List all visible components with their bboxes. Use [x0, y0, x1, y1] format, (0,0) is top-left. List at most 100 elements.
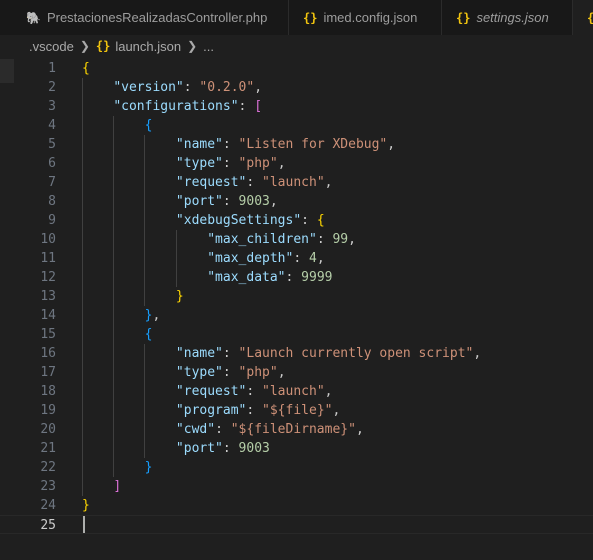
code-text: "request": "launch",: [82, 382, 333, 401]
code-line[interactable]: 21 "port": 9003: [0, 439, 593, 458]
code-text: "xdebugSettings": {: [82, 211, 325, 230]
code-token: "php": [238, 365, 278, 380]
code-token: :: [183, 80, 200, 95]
code-text: "max_children": 99,: [82, 230, 356, 249]
json-file-icon: {: [587, 11, 593, 25]
tab-active-launch-json[interactable]: {: [573, 0, 593, 35]
code-line[interactable]: 6 "type": "php",: [0, 154, 593, 173]
code-token: {: [144, 327, 153, 342]
code-token: :: [246, 175, 263, 190]
code-line[interactable]: 15 {: [0, 325, 593, 344]
breadcrumb-folder[interactable]: .vscode: [29, 39, 74, 54]
code-token: "${file}": [262, 403, 333, 418]
tab-imed-config[interactable]: {} imed.config.json: [289, 0, 442, 35]
code-line[interactable]: 4 {: [0, 116, 593, 135]
line-number: 15: [40, 327, 56, 342]
code-token: ]: [113, 479, 122, 494]
line-number: 7: [48, 175, 56, 190]
breadcrumb-more[interactable]: ...: [203, 39, 214, 54]
code-token: "Listen for XDebug": [238, 137, 388, 152]
code-line[interactable]: 17 "type": "php",: [0, 363, 593, 382]
breadcrumb-file[interactable]: launch.json: [115, 39, 181, 54]
code-line[interactable]: 13 }: [0, 287, 593, 306]
code-text: {: [82, 116, 153, 135]
code-line[interactable]: 2 "version": "0.2.0",: [0, 78, 593, 97]
json-file-icon: {}: [95, 39, 111, 53]
code-token: ,: [332, 403, 341, 418]
line-number: 5: [48, 137, 56, 152]
code-token: 9003: [238, 441, 270, 456]
code-line[interactable]: 25: [0, 515, 593, 534]
code-token: ,: [324, 384, 333, 399]
code-token: "version": [113, 80, 184, 95]
tab-settings-json[interactable]: {} settings.json: [442, 0, 573, 35]
code-token: "${fileDirname}": [230, 422, 356, 437]
code-line[interactable]: 16 "name": "Launch currently open script…: [0, 344, 593, 363]
code-line[interactable]: 14 },: [0, 306, 593, 325]
code-token: "type": [175, 365, 223, 380]
code-text: "max_data": 9999: [82, 268, 332, 287]
code-text: "name": "Listen for XDebug",: [82, 135, 395, 154]
line-number: 11: [40, 251, 56, 266]
code-token: "launch": [262, 384, 325, 399]
code-line[interactable]: 22 }: [0, 458, 593, 477]
line-number: 17: [40, 365, 56, 380]
code-token: "0.2.0": [199, 80, 255, 95]
code-text: "name": "Launch currently open script",: [82, 344, 481, 363]
code-token: "request": [175, 384, 247, 399]
code-line[interactable]: 24}: [0, 496, 593, 515]
code-token: }: [144, 460, 153, 475]
code-token: "name": [175, 137, 223, 152]
code-token: "port": [175, 194, 223, 209]
code-token: :: [238, 99, 255, 114]
code-line[interactable]: 3 "configurations": [: [0, 97, 593, 116]
code-line[interactable]: 11 "max_depth": 4,: [0, 249, 593, 268]
code-token: "port": [175, 441, 223, 456]
code-token: ,: [277, 156, 286, 171]
code-line[interactable]: 23 ]: [0, 477, 593, 496]
code-line[interactable]: 8 "port": 9003,: [0, 192, 593, 211]
code-line[interactable]: 19 "program": "${file}",: [0, 401, 593, 420]
code-token: {: [316, 213, 325, 228]
code-text: "port": 9003,: [82, 192, 278, 211]
code-token: ,: [269, 194, 278, 209]
code-line[interactable]: 7 "request": "launch",: [0, 173, 593, 192]
code-token: :: [222, 365, 239, 380]
code-token: :: [246, 403, 263, 418]
code-text: "cwd": "${fileDirname}",: [82, 420, 364, 439]
tab-label: imed.config.json: [323, 10, 418, 25]
code-line[interactable]: 18 "request": "launch",: [0, 382, 593, 401]
code-line[interactable]: 20 "cwd": "${fileDirname}",: [0, 420, 593, 439]
line-number: 22: [40, 460, 56, 475]
code-line[interactable]: 1{: [0, 59, 593, 78]
line-number: 8: [48, 194, 56, 209]
code-text: "configurations": [: [82, 97, 262, 116]
code-line[interactable]: 9 "xdebugSettings": {: [0, 211, 593, 230]
editor-tab-bar: 🐘 PrestacionesRealizadasController.php {…: [0, 0, 593, 35]
line-number: 16: [40, 346, 56, 361]
code-token: {: [144, 118, 153, 133]
code-token: "max_depth": [207, 251, 294, 266]
tab-label: PrestacionesRealizadasController.php: [46, 10, 268, 25]
code-line[interactable]: 5 "name": "Listen for XDebug",: [0, 135, 593, 154]
code-line[interactable]: 12 "max_data": 9999: [0, 268, 593, 287]
code-editor[interactable]: 1{2 "version": "0.2.0", 3 "configurations…: [0, 57, 593, 560]
tab-prestaciones-controller[interactable]: 🐘 PrestacionesRealizadasController.php: [0, 0, 289, 35]
code-text: }: [82, 458, 153, 477]
code-token: 9999: [301, 270, 333, 285]
code-token: ,: [254, 80, 263, 95]
code-line[interactable]: 10 "max_children": 99,: [0, 230, 593, 249]
line-number: 19: [40, 403, 56, 418]
tab-label: settings.json: [476, 10, 549, 25]
code-token: 9003: [238, 194, 270, 209]
code-token: ,: [277, 365, 286, 380]
